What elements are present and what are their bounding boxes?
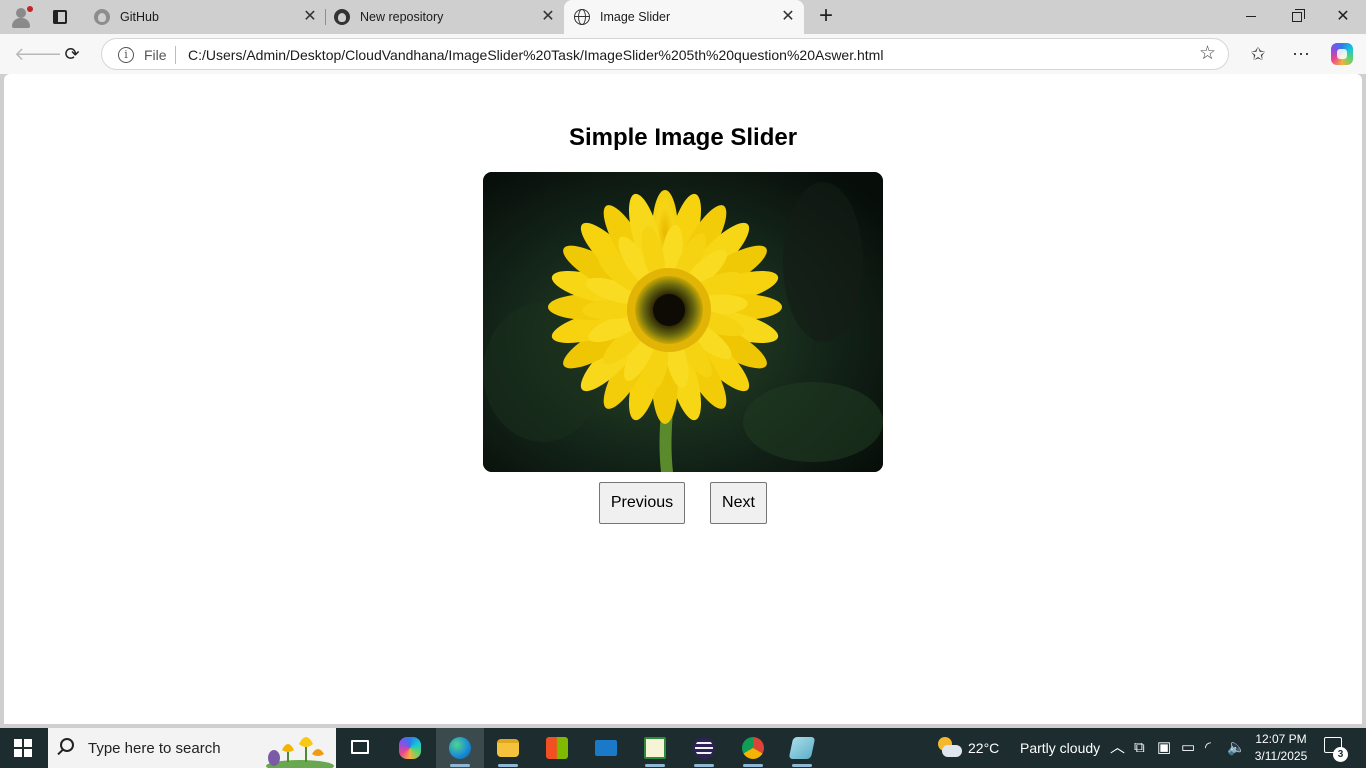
search-placeholder: Type here to search	[88, 740, 221, 757]
notepad-chart-app-icon[interactable]	[631, 728, 679, 768]
favorite-star-icon[interactable]: ☆	[1199, 43, 1216, 65]
taskbar-search-box[interactable]: Type here to search	[48, 728, 336, 768]
next-button[interactable]: Next	[710, 482, 767, 524]
tab-title: New repository	[360, 10, 444, 24]
close-window-button[interactable]: ✕	[1320, 0, 1366, 34]
yellow-flower-image	[483, 172, 883, 472]
clock-time: 12:07 PM	[1255, 732, 1307, 746]
search-icon	[60, 738, 74, 752]
notification-count-badge: 3	[1333, 747, 1348, 762]
page-viewport: Simple Image Slider Previous Next	[4, 74, 1362, 724]
globe-icon	[574, 9, 590, 25]
tab-github[interactable]: GitHub ✕	[84, 0, 326, 34]
tab-close-icon[interactable]: ✕	[302, 9, 318, 25]
weather-temperature[interactable]: 22°C	[968, 740, 999, 756]
profile-avatar-icon[interactable]	[8, 5, 34, 29]
text-editor-app-icon[interactable]	[778, 728, 826, 768]
mail-icon[interactable]	[582, 728, 630, 768]
slider-image	[483, 172, 883, 472]
address-bar[interactable]: i File C:/Users/Admin/Desktop/CloudVandh…	[101, 38, 1229, 70]
battery-icon[interactable]: ▭	[1181, 738, 1195, 758]
tab-actions-icon[interactable]	[50, 7, 70, 27]
previous-button[interactable]: Previous	[599, 482, 685, 524]
copilot-icon[interactable]	[1331, 43, 1353, 65]
github-icon	[334, 9, 350, 25]
weather-condition[interactable]: Partly cloudy	[1020, 740, 1100, 756]
task-view-icon[interactable]	[336, 728, 384, 768]
weather-icon[interactable]	[936, 737, 962, 759]
tab-close-icon[interactable]: ✕	[780, 9, 796, 25]
profile-notification-dot	[27, 6, 33, 12]
chrome-browser-icon[interactable]	[729, 728, 777, 768]
tab-close-icon[interactable]: ✕	[540, 9, 556, 25]
system-clock[interactable]: 12:07 PM 3/11/2025	[1254, 731, 1308, 765]
page-title: Simple Image Slider	[568, 124, 798, 151]
taskbar: Type here to search 22°C Partly cloudy ︿…	[0, 728, 1366, 768]
tab-title: Image Slider	[600, 10, 671, 24]
scheme-label: File	[144, 47, 167, 63]
url-text[interactable]: C:/Users/Admin/Desktop/CloudVandhana/Ima…	[188, 47, 883, 63]
meet-now-icon[interactable]: ⧉	[1134, 738, 1145, 758]
copilot-taskbar-icon[interactable]	[386, 728, 434, 768]
windows-start-icon[interactable]	[14, 739, 32, 757]
display-icon[interactable]: ▣	[1157, 738, 1171, 758]
address-divider	[175, 46, 176, 64]
github-icon	[94, 9, 110, 25]
info-icon[interactable]: i	[118, 47, 134, 63]
back-button[interactable]: 🡐	[14, 40, 62, 68]
tab-title: GitHub	[120, 10, 159, 24]
show-hidden-icons-chevron-icon[interactable]: ︿	[1110, 738, 1125, 758]
tab-new-repository[interactable]: New repository ✕	[324, 0, 564, 34]
favorites-icon[interactable]: ✩	[1245, 41, 1271, 67]
restore-button[interactable]	[1274, 0, 1320, 34]
volume-icon[interactable]: 🔈	[1227, 738, 1246, 758]
edge-browser-icon[interactable]	[436, 728, 484, 768]
reload-button[interactable]: ⟳	[58, 40, 86, 68]
more-menu-icon[interactable]: ⋯	[1288, 41, 1314, 67]
minimize-button[interactable]	[1228, 0, 1274, 34]
microsoft-store-icon[interactable]	[533, 728, 581, 768]
tab-strip: GitHub ✕ New repository ✕ Image Slider ✕…	[0, 0, 1366, 34]
tab-image-slider[interactable]: Image Slider ✕	[564, 0, 804, 34]
wifi-icon[interactable]: ◜	[1205, 738, 1211, 758]
browser-toolbar: 🡐 ⟳ i File C:/Users/Admin/Desktop/CloudV…	[0, 34, 1366, 74]
new-tab-button[interactable]: +	[814, 4, 838, 29]
eclipse-ide-icon[interactable]	[680, 728, 728, 768]
file-explorer-icon[interactable]	[484, 728, 532, 768]
clock-date: 3/11/2025	[1254, 749, 1308, 763]
tulip-decoration-icon	[266, 737, 334, 768]
